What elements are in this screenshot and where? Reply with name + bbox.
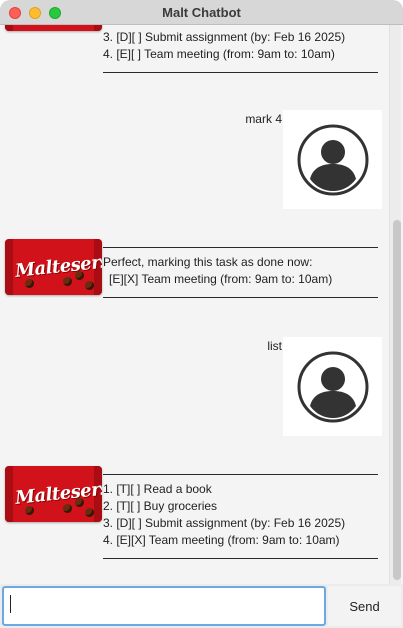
user-profile-icon — [297, 351, 368, 422]
message-line: 1. [T][ ] Read a book — [103, 482, 212, 496]
user-message: mark 4 — [245, 112, 282, 126]
malt-ball-icon — [75, 271, 84, 280]
divider — [103, 465, 378, 475]
user-avatar — [283, 337, 382, 436]
malt-ball-icon — [25, 506, 34, 515]
malt-ball-icon — [75, 498, 84, 507]
minimize-window-button[interactable] — [29, 7, 41, 19]
message-input[interactable] — [2, 586, 326, 626]
close-window-button[interactable] — [9, 7, 21, 19]
bot-avatar: Maltesers — [5, 239, 102, 295]
message-line: [E][X] Team meeting (from: 9am to: 10am) — [109, 272, 333, 286]
text-caret — [10, 595, 11, 613]
user-message: list — [267, 339, 282, 353]
user-profile-icon — [297, 124, 368, 195]
divider — [103, 63, 378, 73]
message-line: 3. [D][ ] Submit assignment (by: Feb 16 … — [103, 516, 346, 530]
bot-message: 1. [T][ ] Read a book 2. [T][ ] Buy groc… — [103, 465, 383, 559]
message-line: 3. [D][ ] Submit assignment (by: Feb 16 … — [103, 30, 346, 44]
chat-scroll-pane[interactable]: 3. [D][ ] Submit assignment (by: Feb 16 … — [0, 25, 403, 584]
message-line: 4. [E][ ] Team meeting (from: 9am to: 10… — [103, 47, 335, 61]
scrollbar-thumb[interactable] — [393, 220, 401, 580]
message-line: Perfect, marking this task as done now: — [103, 255, 313, 269]
maltesers-logo: Maltesers — [14, 478, 102, 509]
divider — [103, 238, 378, 248]
bot-avatar — [5, 25, 102, 31]
bot-message: 3. [D][ ] Submit assignment (by: Feb 16 … — [103, 29, 383, 73]
malt-ball-icon — [85, 281, 94, 290]
malt-ball-icon — [85, 508, 94, 517]
divider — [103, 549, 378, 559]
message-line: 2. [T][ ] Buy groceries — [103, 499, 218, 513]
bot-message: Perfect, marking this task as done now: … — [103, 238, 383, 298]
user-avatar — [283, 110, 382, 209]
divider — [103, 288, 378, 298]
input-bar: Send — [0, 584, 403, 628]
send-button[interactable]: Send — [328, 586, 401, 626]
malt-ball-icon — [25, 279, 34, 288]
bot-avatar: Maltesers — [5, 466, 102, 522]
message-line: 4. [E][X] Team meeting (from: 9am to: 10… — [103, 533, 340, 547]
window-titlebar: Malt Chatbot — [0, 0, 403, 25]
malt-ball-icon — [63, 277, 72, 286]
zoom-window-button[interactable] — [49, 7, 61, 19]
window-title: Malt Chatbot — [162, 4, 241, 20]
maltesers-logo: Maltesers — [14, 251, 102, 282]
malt-ball-icon — [63, 504, 72, 513]
